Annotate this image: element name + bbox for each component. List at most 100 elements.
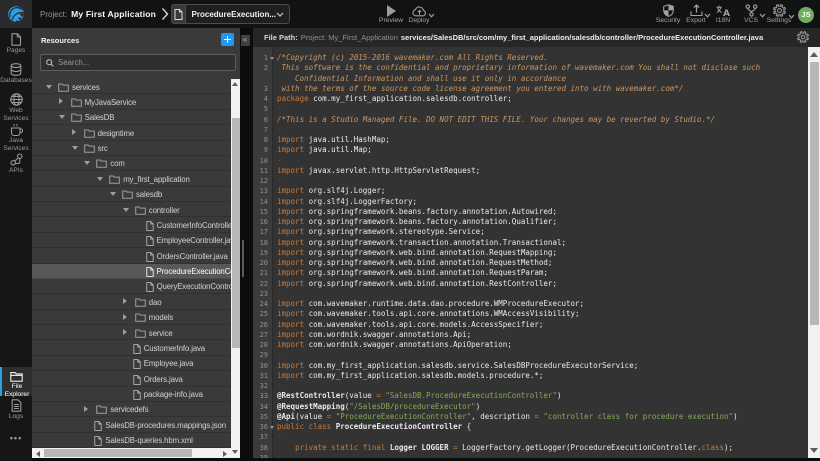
- tree-item-salesdb[interactable]: salesdb: [32, 187, 231, 202]
- tree-item-designtime[interactable]: designtime: [32, 125, 231, 140]
- caret-down-icon[interactable]: [97, 177, 103, 181]
- tree-item-salesdb[interactable]: SalesDB: [32, 110, 231, 125]
- tree-item-employeecontroller-java[interactable]: EmployeeController.java: [32, 233, 231, 248]
- sidebar-item-logs[interactable]: Logs: [0, 399, 32, 421]
- sidebar-item-databases[interactable]: Databases: [0, 63, 32, 85]
- search-box[interactable]: Search...: [40, 54, 236, 71]
- tree-item-queryexecutioncontroller-java[interactable]: QueryExecutionController.java: [32, 279, 231, 294]
- project-name: My First Application: [71, 9, 156, 19]
- caret-down-icon[interactable]: [72, 146, 78, 150]
- tree-item-controller[interactable]: controller: [32, 202, 231, 217]
- tree-item-orders-java[interactable]: Orders.java: [32, 371, 231, 386]
- code-line: 1/*Copyright (c) 2015-2016 wavemaker.com…: [253, 53, 808, 63]
- code-line: 17import org.springframework.stereotype.…: [253, 227, 808, 237]
- code-text: -: [277, 432, 282, 442]
- caret-right-icon[interactable]: [123, 298, 127, 304]
- tree-item-services[interactable]: services: [32, 79, 231, 94]
- caret-right-icon[interactable]: [59, 98, 63, 104]
- user-avatar[interactable]: JS: [798, 7, 814, 23]
- tree-item-customerinfo-java[interactable]: CustomerInfo.java: [32, 340, 231, 355]
- line-number: 19: [253, 248, 268, 258]
- editor-settings-gear-icon[interactable]: [797, 31, 809, 43]
- code-text: -: [277, 176, 282, 186]
- caret-right-icon[interactable]: [84, 406, 88, 412]
- open-file-dropdown[interactable]: ProcedureExecution...: [171, 4, 290, 24]
- divider-grip[interactable]: [242, 240, 244, 277]
- tree-vscrollbar-down-icon[interactable]: [232, 450, 238, 454]
- code-token: -: [277, 104, 282, 113]
- wavemaker-logo[interactable]: [0, 0, 32, 28]
- tree-item-orderscontroller-java[interactable]: OrdersController.java: [32, 248, 231, 263]
- tree-hscrollbar-thumb[interactable]: [44, 449, 192, 457]
- code-line: 33@RestController(value = "SalesDB.Proce…: [253, 391, 808, 401]
- caret-down-icon[interactable]: [110, 192, 116, 196]
- caret-down-icon[interactable]: [123, 208, 129, 212]
- code-area[interactable]: 1/*Copyright (c) 2015-2016 wavemaker.com…: [253, 47, 808, 458]
- tree-hscrollbar-left-icon[interactable]: [36, 451, 40, 457]
- code-text: import com.wavemaker.tools.api.core.mode…: [277, 320, 543, 330]
- sidebar-item-apis[interactable]: APIs: [0, 153, 32, 175]
- file-path-label: File Path:: [264, 33, 298, 42]
- code-text: import org.slf4j.Logger;: [277, 186, 385, 196]
- tree-item-employee-java[interactable]: Employee.java: [32, 356, 231, 371]
- line-number: 33: [253, 391, 268, 401]
- code-token: import: [277, 217, 309, 226]
- folder-icon: [96, 159, 107, 168]
- code-token: import: [277, 166, 309, 175]
- code-text: -: [277, 104, 282, 114]
- code-text: import org.springframework.web.bind.anno…: [277, 268, 548, 278]
- tree-item-procedureexecutioncontroller-java[interactable]: ProcedureExecutionController.java: [32, 264, 231, 279]
- caret-down-icon[interactable]: [46, 85, 52, 89]
- tree-item-servicedefs[interactable]: servicedefs: [32, 402, 231, 417]
- caret-down-icon[interactable]: [59, 115, 65, 119]
- tree-vscrollbar-thumb[interactable]: [232, 118, 240, 348]
- tree-item-dao[interactable]: dao: [32, 294, 231, 309]
- sidebar-item-file-explorer[interactable]: FileExplorer: [0, 367, 32, 396]
- settings-caret-icon: [788, 14, 795, 19]
- caret-right-icon[interactable]: [72, 129, 76, 135]
- fold-caret-icon[interactable]: [270, 57, 274, 60]
- caret-right-icon[interactable]: [123, 314, 127, 320]
- tree-item-src[interactable]: src: [32, 141, 231, 156]
- project-label: Project:: [40, 10, 67, 19]
- line-number: 16: [253, 217, 268, 227]
- code-token: import: [277, 248, 309, 257]
- tree-item-my-first-application[interactable]: my_first_application: [32, 171, 231, 186]
- tree-item-com[interactable]: com: [32, 156, 231, 171]
- caret-right-icon[interactable]: [123, 329, 127, 335]
- sidebar-item-pages[interactable]: Pages: [0, 33, 32, 55]
- code-token: org.springframework.web.bind.annotation.…: [309, 279, 557, 288]
- tree-item-customerinfocontroller-java[interactable]: CustomerInfoController.java: [32, 217, 231, 232]
- tree-item-service[interactable]: service: [32, 325, 231, 340]
- tree-item-salesdb-procedures-mappings-json[interactable]: SalesDB-procedures.mappings.json: [32, 417, 231, 432]
- code-token: import: [277, 227, 309, 236]
- folder-icon: [122, 190, 133, 199]
- editor-vscrollbar-down-icon[interactable]: [810, 448, 818, 453]
- collapse-panel-button[interactable]: «: [241, 35, 250, 46]
- deploy-button[interactable]: Deploy: [397, 0, 441, 28]
- folder-icon: [71, 113, 82, 122]
- tree-item-salesdb-queries-hbm-xml[interactable]: SalesDB-queries.hbm.xml: [32, 433, 231, 448]
- tree-hscrollbar-right-icon[interactable]: [223, 451, 227, 457]
- sidebar-item-java-services[interactable]: JavaServices: [0, 123, 32, 152]
- settings-button[interactable]: Settings: [757, 0, 801, 28]
- sidebar-item-web-services[interactable]: WebServices: [0, 93, 32, 122]
- line-number: 25: [253, 309, 268, 319]
- code-line: 34@RequestMapping("/SalesDB/procedureExe…: [253, 402, 808, 412]
- tree-vscrollbar-up-icon[interactable]: [232, 82, 238, 86]
- add-resource-button[interactable]: [221, 33, 234, 46]
- editor-vscrollbar-thumb[interactable]: [810, 62, 819, 325]
- code-line: 11import javax.servlet.http.HttpServletR…: [253, 166, 808, 176]
- sidebar-more-button[interactable]: •••: [0, 435, 32, 441]
- tree-item-myjavaservice[interactable]: MyJavaService: [32, 94, 231, 109]
- tree-item-label: src: [98, 144, 108, 153]
- fold-caret-icon[interactable]: [270, 426, 274, 429]
- tree-item-models[interactable]: models: [32, 310, 231, 325]
- tree-item-label: OrdersController.java: [157, 252, 228, 261]
- code-token: import: [277, 320, 309, 329]
- caret-down-icon[interactable]: [84, 161, 90, 165]
- editor-vscrollbar-up-icon[interactable]: [810, 52, 818, 57]
- line-number: 37: [253, 432, 268, 442]
- code-text: This software is the confidential and pr…: [277, 63, 760, 73]
- tree-item-package-info-java[interactable]: package-info.java: [32, 387, 231, 402]
